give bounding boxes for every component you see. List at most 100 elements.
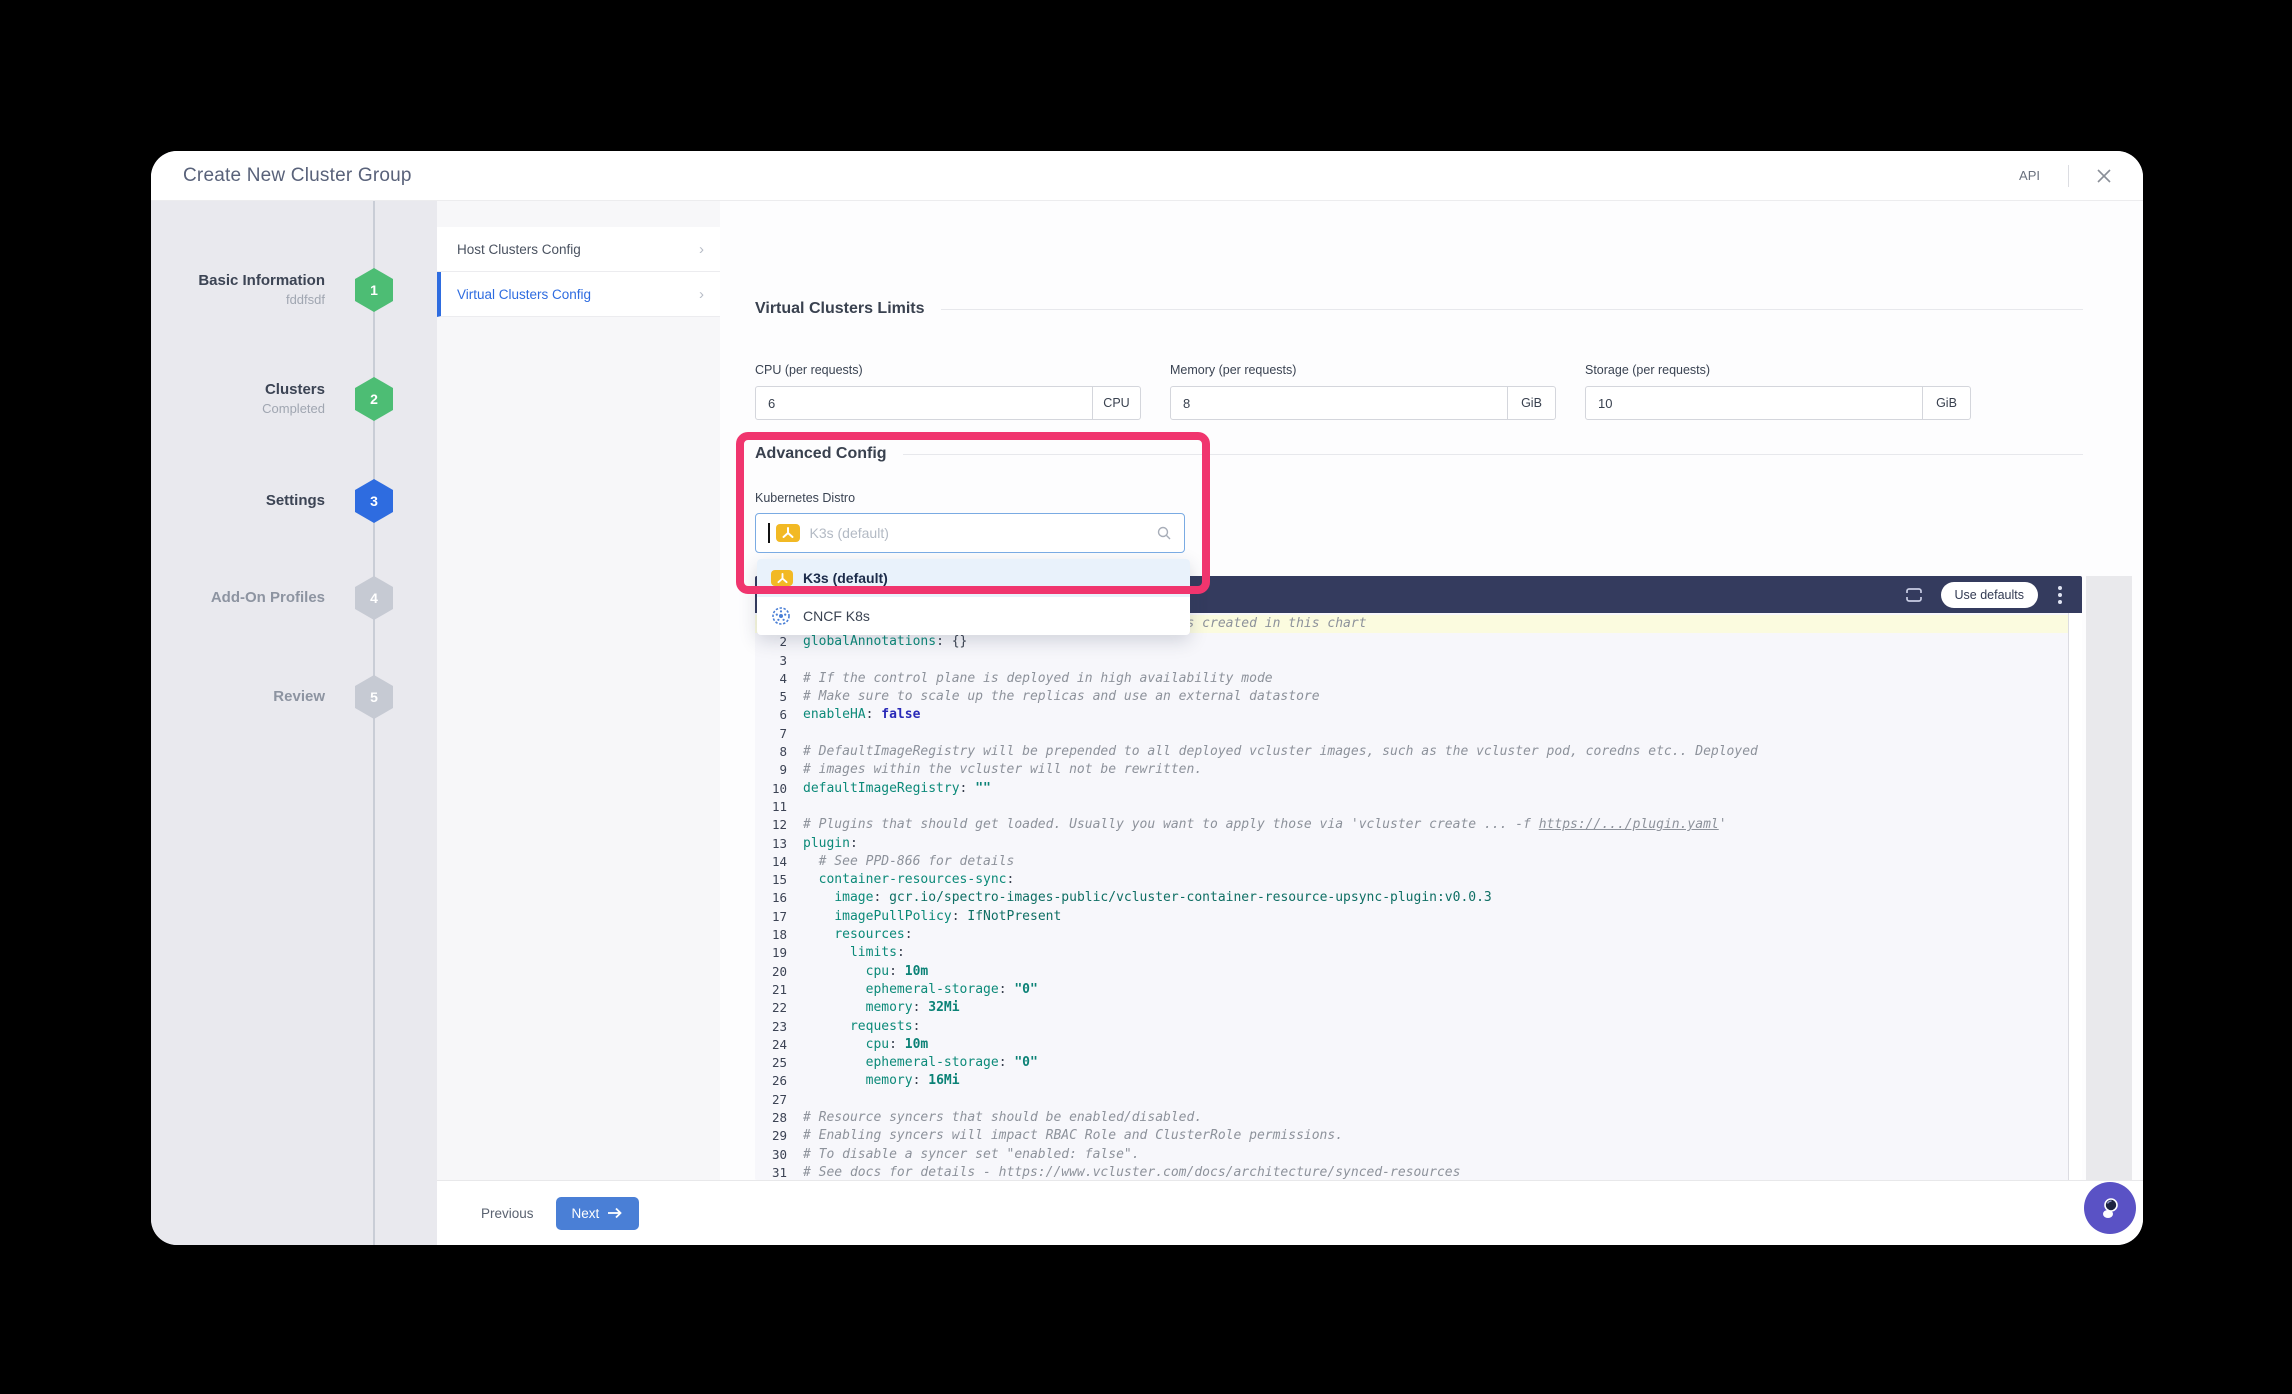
limits-section-header: Virtual Clusters Limits bbox=[755, 300, 2083, 318]
code-line[interactable]: 8 # DefaultImageRegistry will be prepende… bbox=[755, 743, 2082, 761]
code-line[interactable]: 27 bbox=[755, 1091, 2082, 1109]
step-label: Settings bbox=[265, 492, 325, 509]
storage-unit-label: GiB bbox=[1922, 387, 1970, 419]
next-button-label: Next bbox=[571, 1205, 600, 1221]
wizard-step-review[interactable]: Review 5 bbox=[151, 667, 437, 727]
code-line[interactable]: 9 # images within the vcluster will not b… bbox=[755, 761, 2082, 779]
code-line[interactable]: 6 enableHA: false bbox=[755, 706, 2082, 724]
storage-field-label: Storage (per requests) bbox=[1585, 363, 1711, 377]
astronaut-icon bbox=[2103, 1198, 2118, 1218]
wizard-step-settings[interactable]: Settings 3 bbox=[151, 471, 437, 531]
step-subtitle: fddfsdf bbox=[285, 292, 325, 307]
assistant-fab[interactable] bbox=[2084, 1182, 2136, 1234]
code-line[interactable]: 3 bbox=[755, 652, 2082, 670]
code-line[interactable]: 29 # Enabling syncers will impact RBAC Ro… bbox=[755, 1127, 2082, 1145]
code-line[interactable]: 25 ephemeral-storage: "0" bbox=[755, 1054, 2082, 1072]
step-subtitle: Completed bbox=[262, 401, 325, 416]
cpu-unit-label: CPU bbox=[1092, 387, 1140, 419]
kebab-menu-icon[interactable] bbox=[2054, 582, 2066, 608]
code-line[interactable]: 20 cpu: 10m bbox=[755, 963, 2082, 981]
step-number-badge: 4 bbox=[355, 576, 393, 620]
memory-input[interactable] bbox=[1171, 387, 1507, 419]
wizard-step-addon-profiles[interactable]: Add-On Profiles 4 bbox=[151, 568, 437, 628]
split-view-icon[interactable] bbox=[1903, 585, 1925, 605]
close-button[interactable] bbox=[2087, 159, 2121, 193]
close-icon bbox=[2097, 168, 2111, 183]
modal-title: Create New Cluster Group bbox=[183, 164, 412, 186]
modal-footer: Previous Next bbox=[437, 1180, 2143, 1245]
code-line[interactable]: 22 memory: 32Mi bbox=[755, 999, 2082, 1017]
content-scroll-gutter[interactable] bbox=[2086, 576, 2132, 1180]
modal-header: Create New Cluster Group API bbox=[151, 151, 2143, 201]
wizard-step-basic-information[interactable]: Basic Information fddfsdf 1 bbox=[151, 260, 437, 320]
header-divider bbox=[2068, 164, 2069, 187]
step-label: Review bbox=[273, 688, 325, 705]
api-link[interactable]: API bbox=[2009, 162, 2050, 189]
memory-field-label: Memory (per requests) bbox=[1170, 363, 1297, 377]
step-number-badge: 2 bbox=[355, 377, 393, 421]
nav-item-virtual-clusters-config[interactable]: Virtual Clusters Config › bbox=[437, 272, 720, 317]
option-k3s-default[interactable]: K3s (default) bbox=[757, 559, 1190, 597]
code-line[interactable]: 30 # To disable a syncer set "enabled: fa… bbox=[755, 1146, 2082, 1164]
kubernetes-distro-search-input[interactable]: K3s (default) bbox=[755, 513, 1185, 553]
next-button[interactable]: Next bbox=[555, 1196, 640, 1230]
k3s-icon bbox=[775, 524, 800, 542]
k3s-icon bbox=[771, 570, 793, 586]
chevron-right-icon: › bbox=[699, 240, 704, 258]
code-line[interactable]: 19 limits: bbox=[755, 944, 2082, 962]
main-panel: Virtual Clusters Limits CPU (per request… bbox=[720, 201, 2143, 1180]
storage-field: Storage (per requests) GiB bbox=[1585, 363, 1971, 420]
editor-scrollbar[interactable] bbox=[2068, 613, 2082, 1180]
step-label: Clusters bbox=[264, 381, 325, 398]
code-line[interactable]: 31 # See docs for details - https://www.v… bbox=[755, 1164, 2082, 1180]
code-line[interactable]: 11 bbox=[755, 798, 2082, 816]
chevron-right-icon: › bbox=[699, 285, 704, 303]
code-line[interactable]: 18 resources: bbox=[755, 926, 2082, 944]
memory-field: Memory (per requests) GiB bbox=[1170, 363, 1556, 420]
option-label: CNCF K8s bbox=[803, 608, 870, 624]
code-line[interactable]: 12 # Plugins that should get loaded. Usua… bbox=[755, 816, 2082, 834]
advanced-section-header: Advanced Config bbox=[755, 445, 2083, 463]
limits-heading: Virtual Clusters Limits bbox=[755, 300, 925, 317]
step-number-badge: 1 bbox=[355, 268, 393, 312]
code-line[interactable]: 14 # See PPD-866 for details bbox=[755, 853, 2082, 871]
code-line[interactable]: 21 ephemeral-storage: "0" bbox=[755, 981, 2082, 999]
kubernetes-distro-label: Kubernetes Distro bbox=[755, 491, 856, 505]
code-line[interactable]: 4 # If the control plane is deployed in h… bbox=[755, 670, 2082, 688]
wizard-step-clusters[interactable]: Clusters Completed 2 bbox=[151, 369, 437, 429]
kubernetes-icon bbox=[772, 607, 790, 625]
option-cncf-k8s[interactable]: CNCF K8s bbox=[757, 597, 1190, 635]
cpu-field: CPU (per requests) CPU bbox=[755, 363, 1141, 420]
search-icon bbox=[1157, 526, 1171, 540]
step-number-badge: 3 bbox=[355, 479, 393, 523]
yaml-editor: Use defaults 1# These annotations will b… bbox=[755, 576, 2082, 1180]
cpu-input[interactable] bbox=[756, 387, 1092, 419]
config-nav-column: Host Clusters Config › Virtual Clusters … bbox=[437, 201, 720, 1180]
arrow-right-icon bbox=[608, 1207, 623, 1219]
code-line[interactable]: 2 globalAnnotations: {} bbox=[755, 633, 2082, 651]
code-area[interactable]: 1# These annotations will be applied to … bbox=[755, 613, 2082, 1180]
memory-unit-label: GiB bbox=[1507, 387, 1555, 419]
step-label: Add-On Profiles bbox=[210, 589, 325, 606]
distro-placeholder: K3s (default) bbox=[809, 525, 889, 541]
storage-input[interactable] bbox=[1586, 387, 1922, 419]
code-line[interactable]: 10 defaultImageRegistry: "" bbox=[755, 780, 2082, 798]
code-line[interactable]: 26 memory: 16Mi bbox=[755, 1072, 2082, 1090]
code-line[interactable]: 15 container-resources-sync: bbox=[755, 871, 2082, 889]
code-line[interactable]: 24 cpu: 10m bbox=[755, 1036, 2082, 1054]
advanced-heading: Advanced Config bbox=[755, 445, 887, 462]
text-cursor bbox=[768, 523, 770, 543]
use-defaults-button[interactable]: Use defaults bbox=[1940, 581, 2038, 608]
nav-item-label: Host Clusters Config bbox=[457, 241, 581, 257]
code-line[interactable]: 7 bbox=[755, 725, 2082, 743]
code-lines: 1# These annotations will be applied to … bbox=[755, 615, 2082, 1180]
step-label: Basic Information bbox=[198, 272, 325, 289]
previous-button[interactable]: Previous bbox=[481, 1206, 534, 1221]
code-line[interactable]: 28 # Resource syncers that should be enab… bbox=[755, 1109, 2082, 1127]
code-line[interactable]: 13 plugin: bbox=[755, 835, 2082, 853]
code-line[interactable]: 16 image: gcr.io/spectro-images-public/v… bbox=[755, 889, 2082, 907]
code-line[interactable]: 17 imagePullPolicy: IfNotPresent bbox=[755, 908, 2082, 926]
code-line[interactable]: 5 # Make sure to scale up the replicas an… bbox=[755, 688, 2082, 706]
nav-item-host-clusters-config[interactable]: Host Clusters Config › bbox=[437, 227, 720, 272]
code-line[interactable]: 23 requests: bbox=[755, 1018, 2082, 1036]
